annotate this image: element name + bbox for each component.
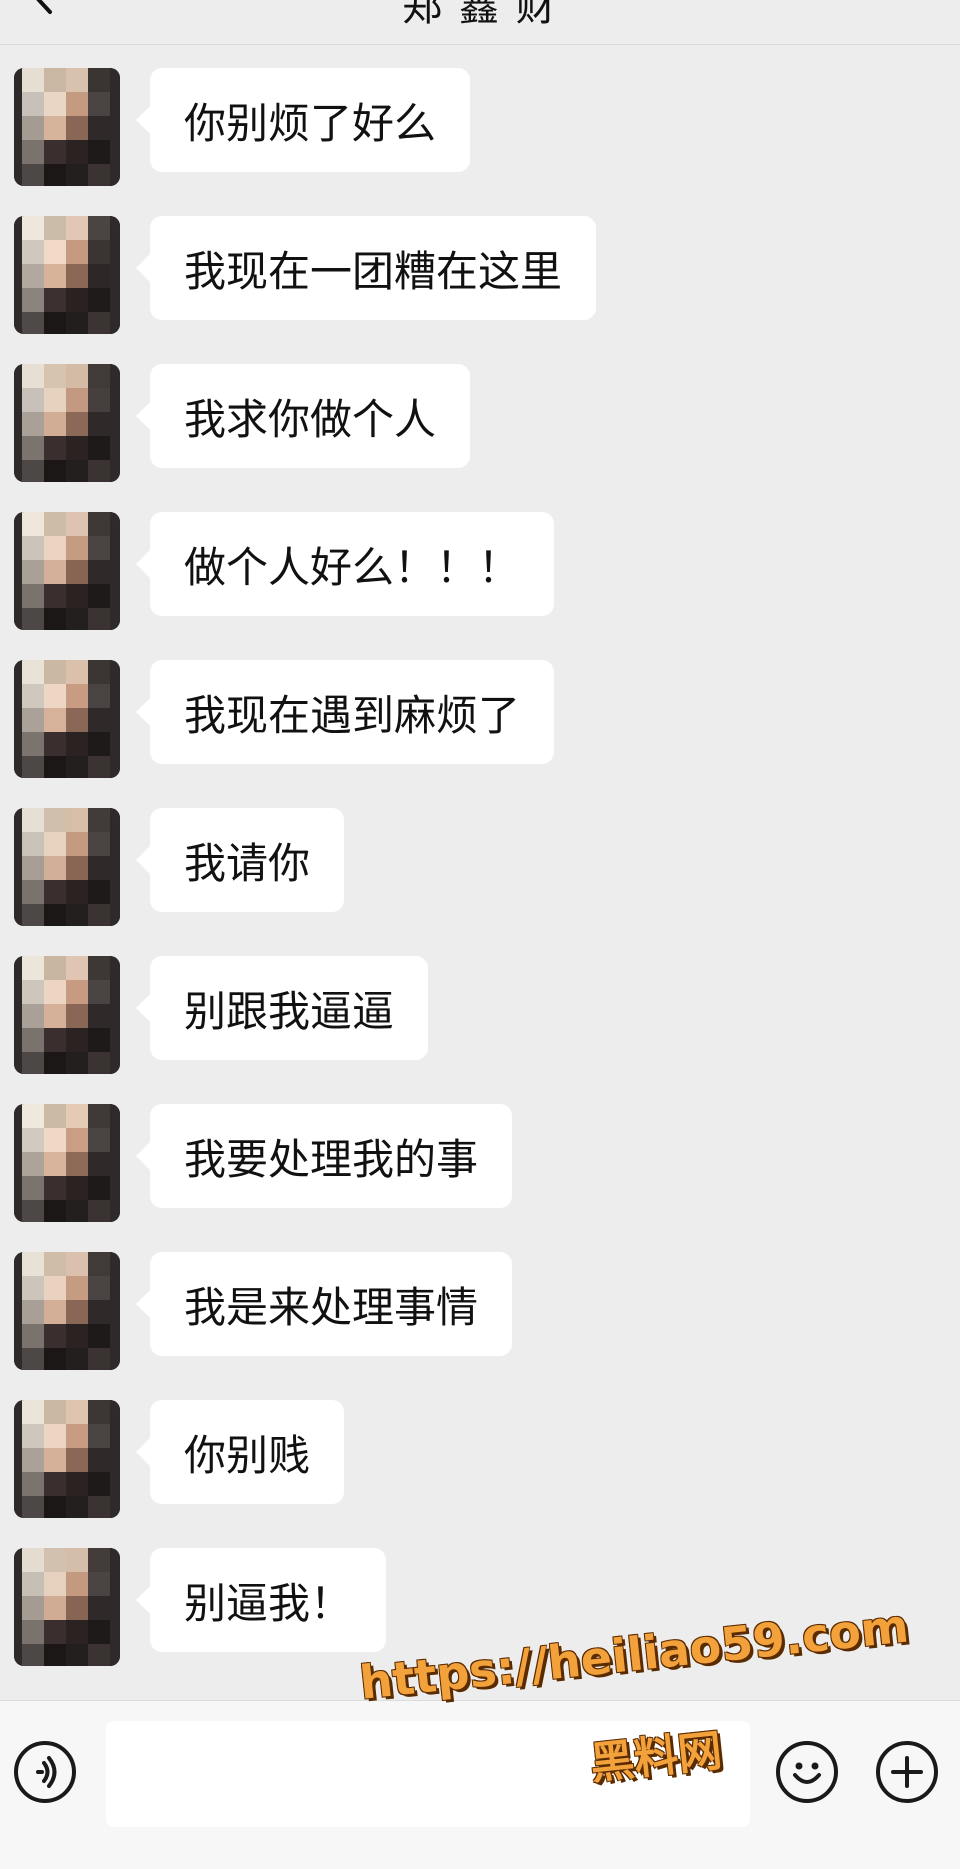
- avatar[interactable]: [14, 364, 120, 482]
- avatar[interactable]: [14, 1252, 120, 1370]
- message-row: 你别烦了好么: [0, 60, 960, 208]
- message-bubble[interactable]: 做个人好么！！！: [135, 512, 555, 616]
- message-bubble[interactable]: 我求你做个人: [135, 364, 471, 468]
- message-bubble[interactable]: 你别烦了好么: [135, 68, 471, 172]
- message-bubble[interactable]: 我现在遇到麻烦了: [135, 660, 555, 764]
- voice-icon[interactable]: [14, 1741, 76, 1803]
- chat-header: 郑 鑫 财: [0, 0, 960, 45]
- composer-bar: [0, 1700, 960, 1869]
- avatar[interactable]: [14, 1548, 120, 1666]
- message-row: 你别贱: [0, 1392, 960, 1540]
- message-row: 我现在一团糟在这里: [0, 208, 960, 356]
- message-input[interactable]: [106, 1721, 750, 1827]
- avatar[interactable]: [14, 808, 120, 926]
- message-bubble[interactable]: 别跟我逼逼: [135, 956, 429, 1060]
- message-row: 我是来处理事情: [0, 1244, 960, 1392]
- avatar[interactable]: [14, 216, 120, 334]
- message-row: 别跟我逼逼: [0, 948, 960, 1096]
- message-bubble[interactable]: 别逼我！: [135, 1548, 387, 1652]
- avatar[interactable]: [14, 68, 120, 186]
- avatar[interactable]: [14, 1104, 120, 1222]
- message-bubble[interactable]: 我要处理我的事: [135, 1104, 513, 1208]
- message-row: 别逼我！: [0, 1540, 960, 1688]
- message-bubble[interactable]: 我是来处理事情: [135, 1252, 513, 1356]
- chat-title: 郑 鑫 财: [402, 0, 558, 30]
- message-row: 我要处理我的事: [0, 1096, 960, 1244]
- message-bubble[interactable]: 我请你: [135, 808, 345, 912]
- message-row: 做个人好么！！！: [0, 504, 960, 652]
- avatar[interactable]: [14, 1400, 120, 1518]
- message-bubble[interactable]: 我现在一团糟在这里: [135, 216, 597, 320]
- message-row: 我请你: [0, 800, 960, 948]
- emoji-icon[interactable]: [776, 1741, 838, 1803]
- plus-icon[interactable]: [876, 1741, 938, 1803]
- avatar[interactable]: [14, 660, 120, 778]
- message-row: 我现在遇到麻烦了: [0, 652, 960, 800]
- message-list: 你别烦了好么 我现在一团糟在这里 我求你做个人 做个人好么！！！ 我现在遇到麻烦…: [0, 60, 960, 1688]
- message-bubble[interactable]: 你别贱: [135, 1400, 345, 1504]
- avatar[interactable]: [14, 956, 120, 1074]
- avatar[interactable]: [14, 512, 120, 630]
- message-row: 我求你做个人: [0, 356, 960, 504]
